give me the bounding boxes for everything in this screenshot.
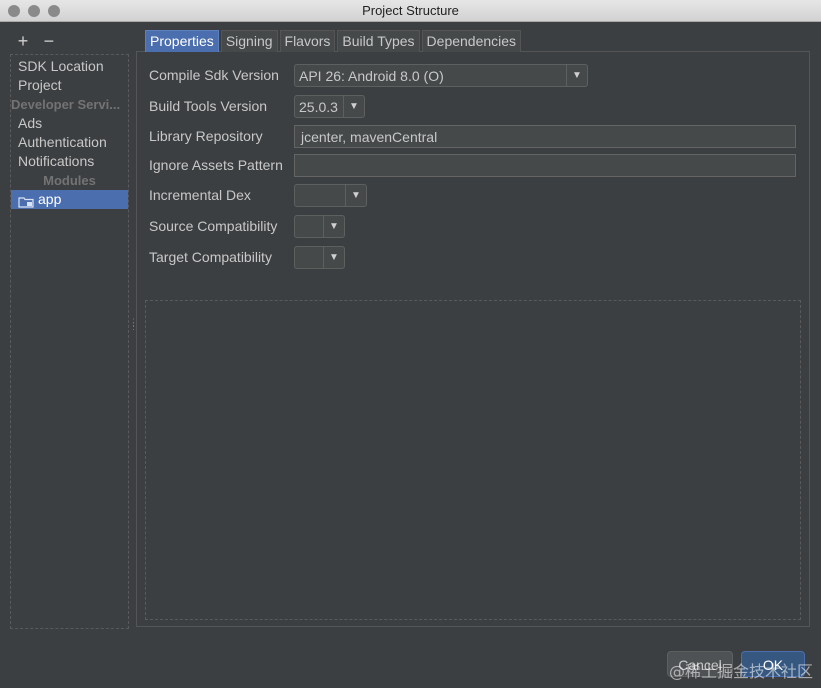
splitter-handle[interactable]: ⋮ ⋮: [129, 318, 138, 334]
sidebar-toolbar: + −: [14, 30, 62, 52]
sidebar-item-ads[interactable]: Ads: [11, 114, 128, 133]
add-icon[interactable]: +: [14, 30, 32, 52]
library-repository-field[interactable]: jcenter, mavenCentral: [294, 125, 796, 148]
build-tools-label: Build Tools Version: [149, 98, 268, 114]
build-tools-dropdown[interactable]: 25.0.3 ▼: [294, 95, 365, 118]
sidebar-header-developer-services: Developer Servi...: [11, 97, 121, 112]
incremental-dex-label: Incremental Dex: [149, 187, 251, 203]
target-compatibility-dropdown[interactable]: ▼: [294, 246, 345, 269]
module-folder-icon: [18, 194, 34, 208]
sidebar-item-project[interactable]: Project: [11, 76, 128, 95]
compile-sdk-dropdown[interactable]: API 26: Android 8.0 (O) ▼: [294, 64, 588, 87]
target-compatibility-label: Target Compatibility: [149, 249, 272, 265]
sidebar-item-notifications[interactable]: Notifications: [11, 152, 128, 171]
compile-sdk-label: Compile Sdk Version: [149, 67, 279, 83]
sidebar-item-sdk-location[interactable]: SDK Location: [11, 57, 128, 76]
compile-sdk-value: API 26: Android 8.0 (O): [299, 68, 444, 84]
tab-flavors[interactable]: Flavors: [279, 30, 336, 52]
sidebar-item-authentication[interactable]: Authentication: [11, 133, 128, 152]
tab-dependencies[interactable]: Dependencies: [421, 30, 522, 52]
chevron-down-icon: ▼: [323, 216, 344, 237]
title-bar: Project Structure: [0, 0, 821, 22]
cancel-button[interactable]: Cancel: [667, 651, 733, 677]
tab-signing[interactable]: Signing: [220, 30, 278, 52]
source-compatibility-dropdown[interactable]: ▼: [294, 215, 345, 238]
incremental-dex-dropdown[interactable]: ▼: [294, 184, 367, 207]
sidebar-header-modules: Modules: [43, 173, 96, 188]
tab-build-types[interactable]: Build Types: [337, 30, 420, 52]
tab-bar: Properties Signing Flavors Build Types D…: [145, 30, 523, 52]
sidebar-item-label: app: [38, 191, 62, 207]
build-tools-value: 25.0.3: [299, 99, 338, 115]
sidebar: SDK Location Project Developer Servi... …: [10, 54, 129, 629]
window-title: Project Structure: [362, 3, 459, 18]
ok-button[interactable]: OK: [741, 651, 805, 677]
remove-icon[interactable]: −: [40, 30, 58, 52]
chevron-down-icon: ▼: [343, 96, 364, 117]
chevron-down-icon: ▼: [345, 185, 366, 206]
ignore-assets-field[interactable]: [294, 154, 796, 177]
sidebar-item-app[interactable]: app: [11, 190, 128, 209]
source-compatibility-label: Source Compatibility: [149, 218, 278, 234]
library-repository-label: Library Repository: [149, 128, 263, 144]
chevron-down-icon: ▼: [566, 65, 587, 86]
chevron-down-icon: ▼: [323, 247, 344, 268]
empty-details-area: [145, 300, 801, 620]
ignore-assets-label: Ignore Assets Pattern: [149, 157, 283, 173]
tab-properties[interactable]: Properties: [145, 30, 219, 52]
